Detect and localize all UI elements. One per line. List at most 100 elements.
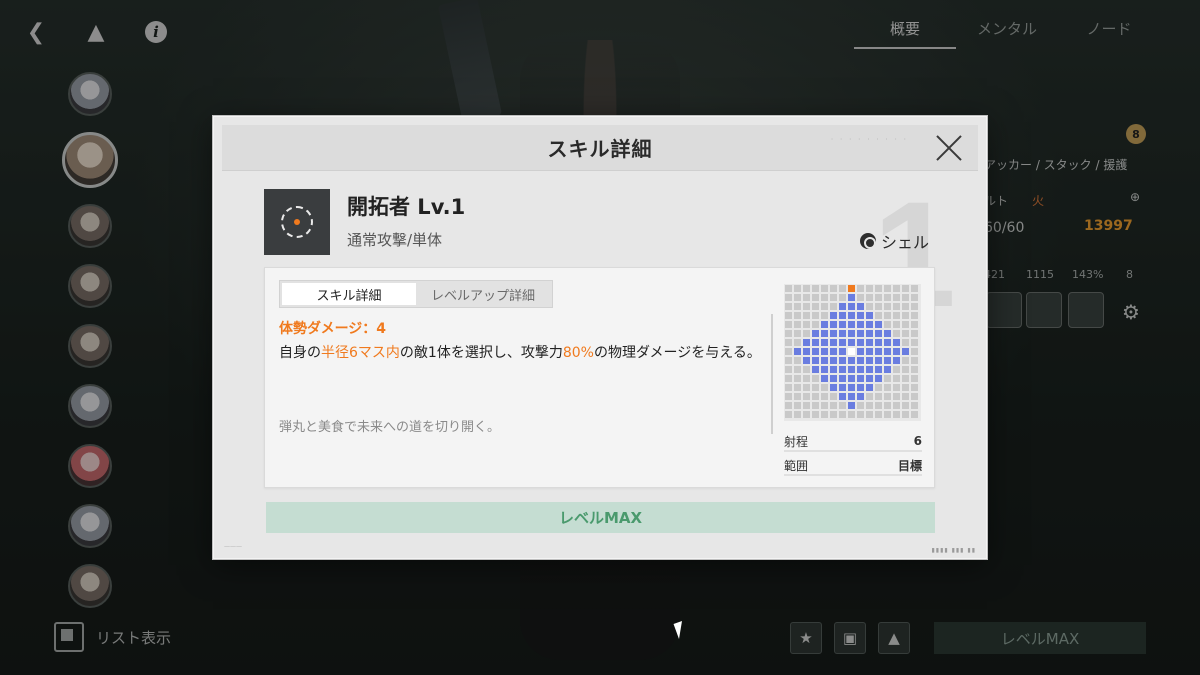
grid-cell-empty <box>884 321 891 328</box>
grid-cell-range <box>857 348 864 355</box>
grid-cell-range <box>830 348 837 355</box>
grid-cell-target <box>848 285 855 292</box>
grid-cell-empty <box>866 393 873 400</box>
grid-cell-empty <box>884 303 891 310</box>
grid-cell-empty <box>893 312 900 319</box>
grid-cell-empty <box>794 303 801 310</box>
damage-element: シェル <box>860 229 929 253</box>
grid-cell-range <box>848 303 855 310</box>
grid-cell-empty <box>857 294 864 301</box>
grid-cell-range <box>848 375 855 382</box>
grid-cell-empty <box>902 285 909 292</box>
grid-cell-empty <box>803 321 810 328</box>
grid-cell-empty <box>866 285 873 292</box>
footer-decoration: ▮▮▮▮ ▮▮▮ ▮▮ <box>931 547 976 554</box>
grid-cell-empty <box>875 384 882 391</box>
grid-cell-range <box>821 357 828 364</box>
grid-cell-empty <box>830 303 837 310</box>
grid-cell-range <box>848 330 855 337</box>
grid-cell-empty <box>794 357 801 364</box>
grid-cell-empty <box>902 330 909 337</box>
grid-cell-range <box>857 303 864 310</box>
grid-cell-range <box>857 321 864 328</box>
grid-cell-empty <box>794 285 801 292</box>
grid-cell-range <box>866 339 873 346</box>
grid-cell-range <box>884 339 891 346</box>
tab-levelup-detail[interactable]: レベルアップ詳細 <box>416 283 550 305</box>
grid-cell-range <box>821 330 828 337</box>
grid-cell-range <box>857 312 864 319</box>
grid-cell-empty <box>821 294 828 301</box>
grid-cell-range <box>884 357 891 364</box>
close-icon[interactable] <box>934 133 964 163</box>
grid-cell-empty <box>821 285 828 292</box>
grid-cell-range <box>857 339 864 346</box>
scrollbar[interactable] <box>771 314 773 434</box>
level-max-bar: レベルMAX <box>266 502 935 533</box>
grid-cell-empty <box>821 393 828 400</box>
grid-cell-empty <box>830 393 837 400</box>
grid-cell-empty <box>893 294 900 301</box>
grid-cell-range <box>794 348 801 355</box>
grid-cell-empty <box>812 285 819 292</box>
tab-skill-detail[interactable]: スキル詳細 <box>282 283 416 305</box>
grid-cell-empty <box>911 312 918 319</box>
grid-cell-empty <box>785 330 792 337</box>
grid-cell-range <box>848 393 855 400</box>
grid-cell-range <box>839 375 846 382</box>
grid-cell-range <box>830 330 837 337</box>
grid-cell-empty <box>866 411 873 418</box>
grid-cell-empty <box>794 330 801 337</box>
grid-cell-empty <box>803 393 810 400</box>
grid-cell-empty <box>911 375 918 382</box>
grid-cell-empty <box>902 321 909 328</box>
grid-cell-range <box>830 375 837 382</box>
grid-cell-empty <box>911 294 918 301</box>
grid-cell-center <box>848 348 855 355</box>
grid-cell-range <box>821 348 828 355</box>
grid-cell-empty <box>821 303 828 310</box>
grid-cell-empty <box>893 330 900 337</box>
grid-cell-empty <box>812 294 819 301</box>
grid-cell-range <box>848 384 855 391</box>
grid-cell-range <box>875 330 882 337</box>
grid-cell-empty <box>911 402 918 409</box>
modal-title: スキル詳細 <box>547 137 653 161</box>
grid-cell-empty <box>857 285 864 292</box>
grid-cell-range <box>830 357 837 364</box>
desc-text: 自身の <box>279 345 321 361</box>
skill-name: 開拓者 Lv.1 <box>347 195 466 219</box>
grid-cell-range <box>839 357 846 364</box>
grid-cell-range <box>866 357 873 364</box>
grid-cell-empty <box>803 285 810 292</box>
grid-cell-empty <box>911 330 918 337</box>
grid-cell-empty <box>812 303 819 310</box>
grid-cell-range <box>812 366 819 373</box>
grid-cell-empty <box>812 384 819 391</box>
grid-cell-empty <box>875 303 882 310</box>
grid-cell-empty <box>821 384 828 391</box>
grid-cell-range <box>821 366 828 373</box>
grid-cell-range <box>857 384 864 391</box>
grid-cell-range <box>803 348 810 355</box>
grid-cell-range <box>884 366 891 373</box>
grid-cell-range <box>848 339 855 346</box>
grid-cell-range <box>875 375 882 382</box>
grid-cell-empty <box>839 285 846 292</box>
grid-cell-empty <box>893 285 900 292</box>
grid-cell-empty <box>884 285 891 292</box>
grid-cell-empty <box>893 303 900 310</box>
grid-cell-empty <box>803 294 810 301</box>
grid-cell-empty <box>785 285 792 292</box>
grid-cell-empty <box>875 402 882 409</box>
modal-header: スキル詳細 · · · · · · · · · <box>222 125 978 171</box>
grid-cell-empty <box>794 339 801 346</box>
grid-cell-range <box>893 357 900 364</box>
grid-cell-empty <box>785 339 792 346</box>
header-decoration: · · · · · · · · · <box>830 135 908 144</box>
grid-cell-range <box>803 339 810 346</box>
grid-cell-empty <box>785 348 792 355</box>
grid-cell-empty <box>911 348 918 355</box>
grid-cell-empty <box>821 312 828 319</box>
grid-cell-range <box>821 321 828 328</box>
